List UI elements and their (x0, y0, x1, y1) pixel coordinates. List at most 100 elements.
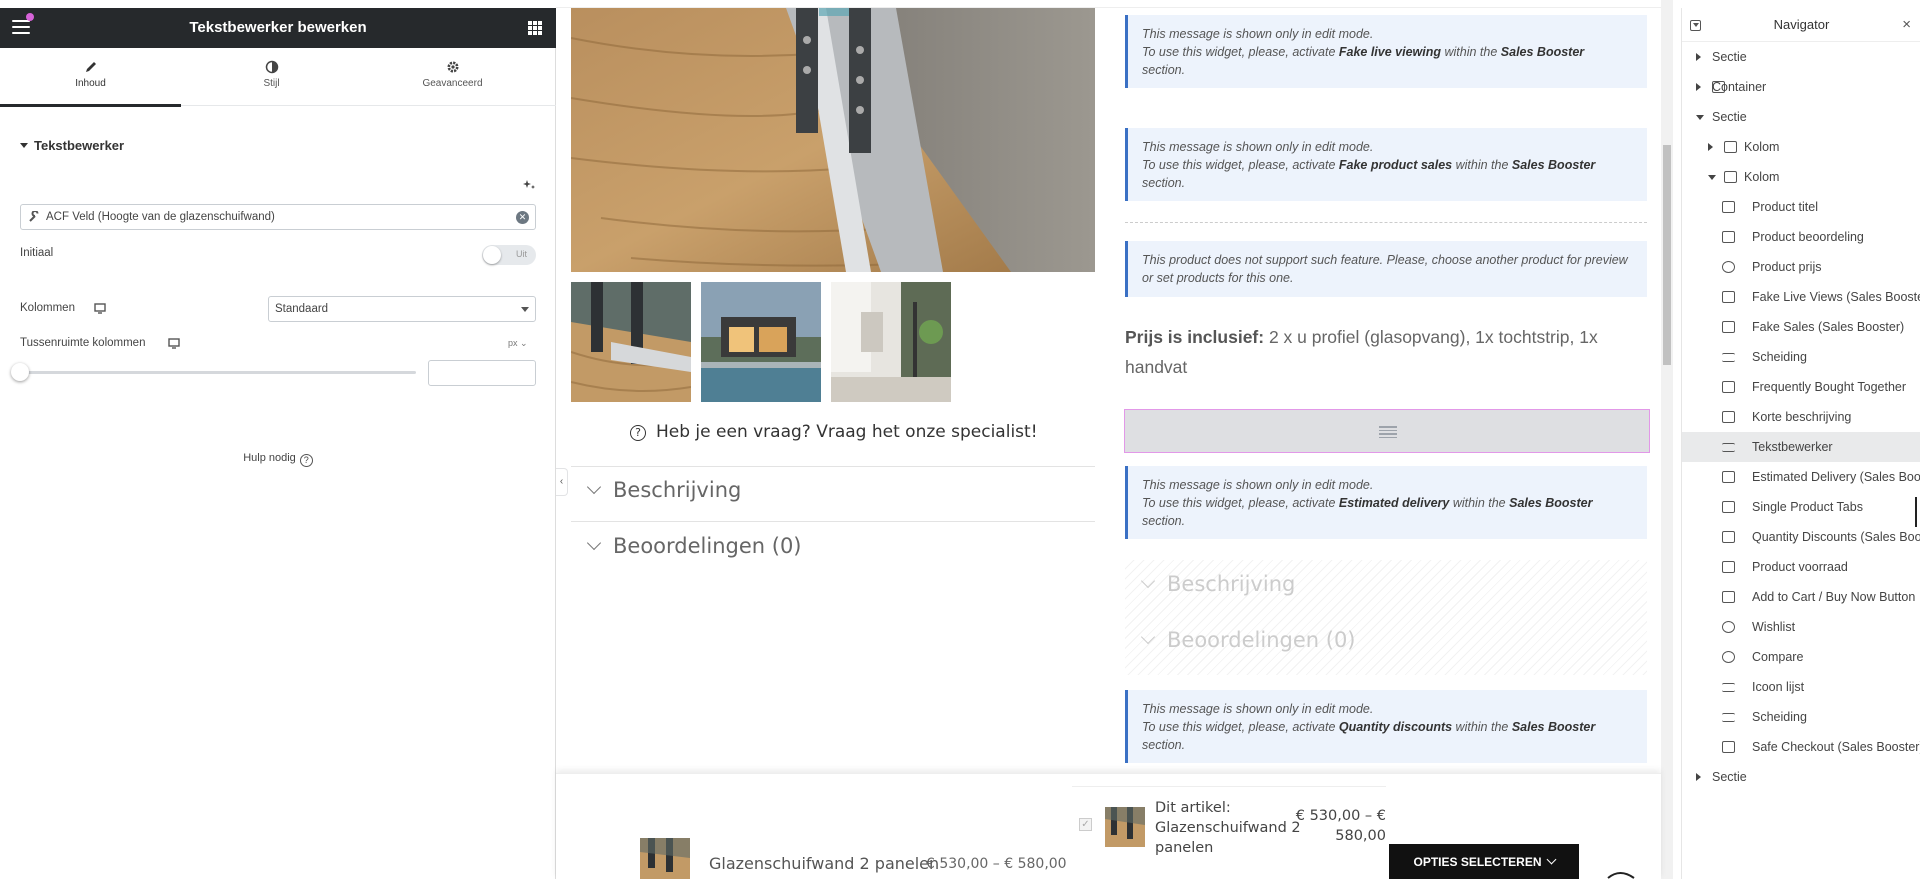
navigator-item[interactable]: Quantity Discounts (Sales Booster) (1682, 522, 1920, 552)
accordion-beschrijving[interactable]: Beschrijving (571, 478, 741, 502)
desktop-icon[interactable] (94, 303, 106, 314)
help-link[interactable]: Hulp nodig? (0, 452, 556, 467)
navigator-scroll-indicator[interactable] (1915, 497, 1917, 527)
widgets-grid-icon[interactable] (528, 21, 542, 35)
tussenruimte-label: Tussenruimte kolommen (20, 337, 146, 349)
navigator-item[interactable]: Frequently Bought Together (1682, 372, 1920, 402)
navigator-panel: Navigator × Sectie Container Sectie Kolom Ko… (1681, 8, 1920, 879)
navigator-item[interactable]: Compare (1682, 642, 1920, 672)
collapse-all-icon[interactable] (1690, 20, 1701, 31)
navigator-item[interactable]: Estimated Delivery (Sales Booster) (1682, 462, 1920, 492)
tab-stijl[interactable]: Stijl (181, 48, 362, 106)
pencil-icon (85, 62, 96, 72)
notice-line: This message is shown only in edit mode. (1142, 140, 1374, 154)
product-thumbnail[interactable] (571, 282, 691, 402)
product-thumbnail[interactable] (701, 282, 821, 402)
navigator-item-label: Sectie (1712, 770, 1747, 784)
toggle-state: Uit (516, 249, 527, 259)
navigator-item-label: Product titel (1752, 200, 1819, 214)
navigator-item[interactable]: Icoon lijst (1682, 672, 1920, 702)
placeholder-tab-title: Beschrijving (1167, 572, 1296, 596)
navigator-item[interactable]: Kolom (1682, 132, 1920, 162)
collapse-panel-button[interactable]: ‹ (556, 468, 568, 496)
accordion-title: Beschrijving (613, 478, 742, 502)
navigator-item-label: Single Product Tabs (1752, 500, 1863, 514)
initiaal-toggle[interactable]: Uit (482, 245, 536, 265)
chevron-down-icon (1546, 854, 1556, 865)
menu-icon[interactable] (12, 20, 30, 36)
canvas-scrollbar[interactable] (1661, 0, 1673, 879)
text-editor-icon (1722, 443, 1735, 452)
price-includes-label: Prijs is inclusief: (1125, 327, 1265, 347)
navigator-item[interactable]: Single Product Tabs (1682, 492, 1920, 522)
navigator-item-label: Compare (1752, 650, 1804, 664)
text-editor-widget-selected[interactable] (1124, 409, 1650, 453)
caret-right-icon[interactable] (1696, 53, 1701, 61)
chart-icon (1722, 471, 1735, 483)
fbt-checkbox[interactable]: ✓ (1079, 818, 1092, 831)
navigator-header: Navigator × (1682, 8, 1920, 42)
navigator-item[interactable]: Product prijs (1682, 252, 1920, 282)
caret-right-icon[interactable] (1696, 773, 1701, 781)
wrench-icon (29, 211, 39, 222)
navigator-item[interactable]: Sectie (1682, 42, 1920, 72)
clear-icon[interactable]: ✕ (516, 211, 529, 224)
dynamic-tag-field[interactable]: ACF Veld (Hoogte van de glazenschuifwand… (20, 204, 536, 230)
ai-sparkle-icon[interactable] (522, 178, 536, 192)
rating-icon (1722, 231, 1735, 243)
navigator-item[interactable]: Kolom (1682, 162, 1920, 192)
navigator-item[interactable]: Product beoordeling (1682, 222, 1920, 252)
section-title: Tekstbewerker (34, 138, 125, 153)
navigator-item-label: Frequently Bought Together (1752, 380, 1907, 394)
tabs-icon (1722, 501, 1735, 513)
navigator-item[interactable]: Wishlist (1682, 612, 1920, 642)
navigator-item[interactable]: Safe Checkout (Sales Booster) (1682, 732, 1920, 762)
select-options-button[interactable]: OPTIES SELECTEREN (1389, 844, 1579, 879)
product-thumbnail[interactable] (831, 282, 951, 402)
navigator-item[interactable]: Fake Live Views (Sales Booster) (1682, 282, 1920, 312)
tab-inhoud[interactable]: Inhoud (0, 48, 181, 107)
navigator-item[interactable]: Fake Sales (Sales Booster) (1682, 312, 1920, 342)
navigator-item[interactable]: Tekstbewerker (1682, 432, 1920, 462)
navigator-item[interactable]: Add to Cart / Buy Now Button (1682, 582, 1920, 612)
kolommen-select[interactable]: Standaard (268, 296, 536, 322)
caret-down-icon[interactable] (1696, 115, 1704, 120)
desktop-icon[interactable] (168, 338, 180, 349)
refresh-icon (1722, 651, 1735, 663)
navigator-item-label: Scheiding (1752, 710, 1807, 724)
section-toggle-tekstbewerker[interactable]: Tekstbewerker (20, 138, 124, 153)
faq-link[interactable]: ? Heb je een vraag? Vraag het onze specia… (630, 422, 1038, 442)
caret-right-icon[interactable] (1708, 143, 1713, 151)
navigator-item-label: Icoon lijst (1752, 680, 1805, 694)
navigator-item[interactable]: Sectie (1682, 102, 1920, 132)
navigator-item[interactable]: Scheiding (1682, 702, 1920, 732)
navigator-item[interactable]: Container (1682, 72, 1920, 102)
close-icon[interactable]: × (1902, 8, 1911, 42)
navigator-item[interactable]: Sectie (1682, 762, 1920, 792)
accordion-beoordelingen[interactable]: Beoordelingen (0) (571, 534, 802, 558)
caret-down-icon[interactable] (1708, 175, 1716, 180)
navigator-item[interactable]: Korte beschrijving (1682, 402, 1920, 432)
chart-icon (1722, 321, 1735, 333)
slider-track[interactable] (20, 371, 416, 374)
tussenruimte-input[interactable] (428, 360, 536, 386)
caret-right-icon[interactable] (1696, 83, 1701, 91)
sticky-add-to-cart-bar: Glazenschuifwand 2 panelen € 530,00 – € … (556, 773, 1661, 879)
navigator-item-label: Product voorraad (1752, 560, 1848, 574)
slider-handle[interactable] (11, 363, 29, 381)
navigator-item[interactable]: Product voorraad (1682, 552, 1920, 582)
navigator-item-label: Safe Checkout (Sales Booster) (1752, 740, 1920, 754)
sticky-product-price: € 530,00 – € 580,00 (926, 856, 1067, 872)
scrollbar-thumb[interactable] (1663, 145, 1671, 365)
tab-geavanceerd[interactable]: Geavanceerd (362, 48, 543, 106)
navigator-item[interactable]: Product titel (1682, 192, 1920, 222)
navigator-item-label: Scheiding (1752, 350, 1807, 364)
navigator-item[interactable]: Scheiding (1682, 342, 1920, 372)
navigator-item-label: Fake Sales (Sales Booster) (1752, 320, 1905, 334)
chevron-down-icon (586, 535, 602, 551)
product-main-image[interactable] (571, 8, 1095, 272)
select-options-label: OPTIES SELECTEREN (1413, 855, 1542, 869)
placeholder-tab-beschrijving: Beschrijving (1125, 572, 1295, 596)
unit-select[interactable]: px ⌄ (508, 338, 528, 349)
product-tabs-placeholder[interactable]: Beschrijving Beoordelingen (0) (1125, 560, 1647, 675)
